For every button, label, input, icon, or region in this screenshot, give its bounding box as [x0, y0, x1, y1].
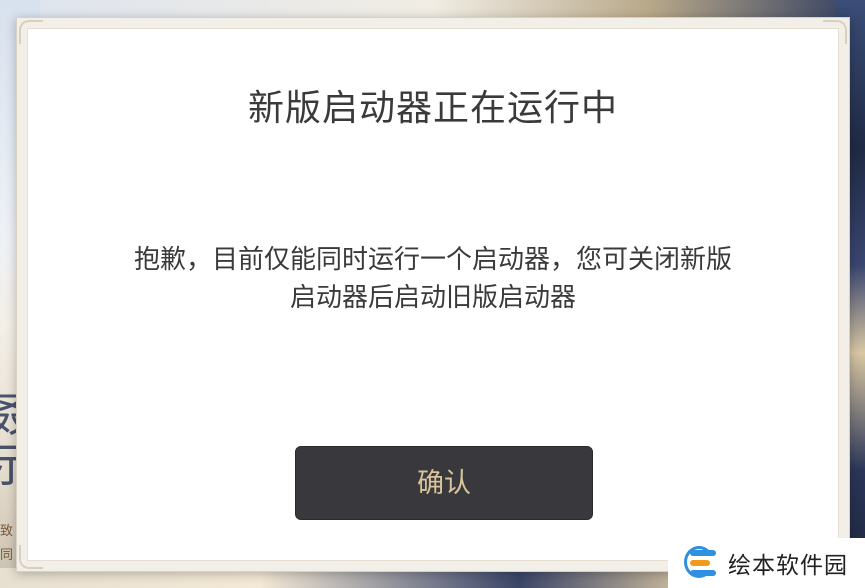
dialog-message-line: 启动器后启动旧版启动器 [289, 283, 576, 313]
watermark: 绘本软件园 [668, 538, 865, 588]
dialog-message-line: 抱歉，目前仅能同时运行一个启动器，您可关闭新版 [133, 245, 732, 275]
dialog-body: 新版启动器正在运行中 抱歉，目前仅能同时运行一个启动器，您可关闭新版 启动器后启… [27, 28, 839, 561]
watermark-text: 绘本软件园 [728, 553, 848, 579]
dialog-title: 新版启动器正在运行中 [247, 88, 618, 129]
background-caption-fragment: 致 同 [0, 524, 14, 563]
running-launcher-dialog: 新版启动器正在运行中 抱歉，目前仅能同时运行一个启动器，您可关闭新版 启动器后启… [16, 17, 850, 572]
dialog-message: 抱歉，目前仅能同时运行一个启动器，您可关闭新版 启动器后启动旧版启动器 [88, 241, 778, 317]
confirm-button[interactable]: 确认 [295, 446, 593, 520]
app-window: 叒 示 致 同 新版启动器正在运行中 抱歉，目前仅能同时运行一个启动器，您可关闭… [0, 0, 865, 588]
watermark-logo-icon [684, 546, 720, 580]
